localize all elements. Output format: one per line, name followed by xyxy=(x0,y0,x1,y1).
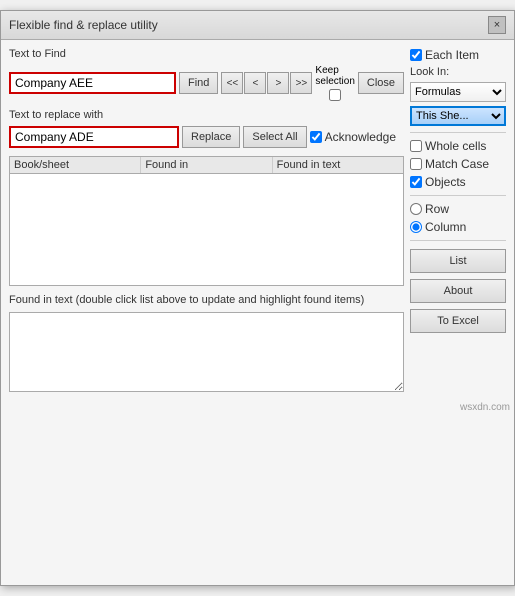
keep-selection-checkbox[interactable] xyxy=(329,89,341,101)
close-icon[interactable]: × xyxy=(488,16,506,34)
dialog-title: Flexible find & replace utility xyxy=(9,18,158,32)
left-panel: Text to Find Find << < > >> Keepselectio… xyxy=(9,48,404,392)
keep-selection: Keepselection xyxy=(315,65,354,101)
found-text-label: Found in text (double click list above t… xyxy=(9,294,404,306)
whole-cells-row: Whole cells xyxy=(410,139,506,153)
list-button[interactable]: List xyxy=(410,249,506,273)
watermark: wsxdn.com xyxy=(1,400,514,415)
nav-buttons: << < > >> xyxy=(221,72,312,94)
close-button[interactable]: Close xyxy=(358,72,404,94)
nav-next-button[interactable]: > xyxy=(267,72,289,94)
to-excel-button[interactable]: To Excel xyxy=(410,309,506,333)
title-bar: Flexible find & replace utility × xyxy=(1,11,514,40)
each-item-checkbox[interactable] xyxy=(410,49,422,61)
each-item-row: Each Item xyxy=(410,48,506,62)
this-sheet-dropdown[interactable]: This She... All Sheets xyxy=(410,106,506,126)
objects-row: Objects xyxy=(410,175,506,189)
whole-cells-label: Whole cells xyxy=(425,139,486,153)
find-button[interactable]: Find xyxy=(179,72,218,94)
table-header: Book/sheet Found in Found in text xyxy=(10,157,403,174)
look-in-label: Look In: xyxy=(410,66,506,78)
dialog: Flexible find & replace utility × Text t… xyxy=(0,10,515,586)
col-found-in: Found in xyxy=(141,157,272,173)
row-radio[interactable] xyxy=(410,203,422,215)
replace-button[interactable]: Replace xyxy=(182,126,240,148)
formulas-dropdown[interactable]: Formulas Values Comments xyxy=(410,82,506,102)
replace-input[interactable] xyxy=(9,126,179,148)
keep-selection-label: Keepselection xyxy=(315,65,354,87)
separator-2 xyxy=(410,195,506,196)
row-radio-row: Row xyxy=(410,202,506,216)
nav-last-button[interactable]: >> xyxy=(290,72,312,94)
col-found-in-text: Found in text xyxy=(273,157,403,173)
column-radio[interactable] xyxy=(410,221,422,233)
row-label: Row xyxy=(425,202,449,216)
find-label: Text to Find xyxy=(9,48,404,60)
found-text-area[interactable] xyxy=(9,312,404,392)
find-input[interactable] xyxy=(9,72,176,94)
each-item-label: Each Item xyxy=(425,48,479,62)
separator-1 xyxy=(410,132,506,133)
column-label: Column xyxy=(425,220,466,234)
select-all-button[interactable]: Select All xyxy=(243,126,306,148)
results-table: Book/sheet Found in Found in text xyxy=(9,156,404,286)
about-button[interactable]: About xyxy=(410,279,506,303)
acknowledge-checkbox[interactable] xyxy=(310,131,322,143)
acknowledge-row: Acknowledge xyxy=(310,130,396,144)
whole-cells-checkbox[interactable] xyxy=(410,140,422,152)
match-case-label: Match Case xyxy=(425,157,489,171)
right-panel: Each Item Look In: Formulas Values Comme… xyxy=(410,48,506,392)
replace-label: Text to replace with xyxy=(9,109,404,121)
col-book-sheet: Book/sheet xyxy=(10,157,141,173)
acknowledge-label: Acknowledge xyxy=(325,130,396,144)
objects-label: Objects xyxy=(425,175,466,189)
find-row: Find << < > >> Keepselection Close xyxy=(9,65,404,101)
match-case-row: Match Case xyxy=(410,157,506,171)
column-radio-row: Column xyxy=(410,220,506,234)
dialog-body: Text to Find Find << < > >> Keepselectio… xyxy=(1,40,514,400)
nav-first-button[interactable]: << xyxy=(221,72,243,94)
nav-prev-button[interactable]: < xyxy=(244,72,266,94)
separator-3 xyxy=(410,240,506,241)
replace-row: Replace Select All Acknowledge xyxy=(9,126,404,148)
objects-checkbox[interactable] xyxy=(410,176,422,188)
match-case-checkbox[interactable] xyxy=(410,158,422,170)
